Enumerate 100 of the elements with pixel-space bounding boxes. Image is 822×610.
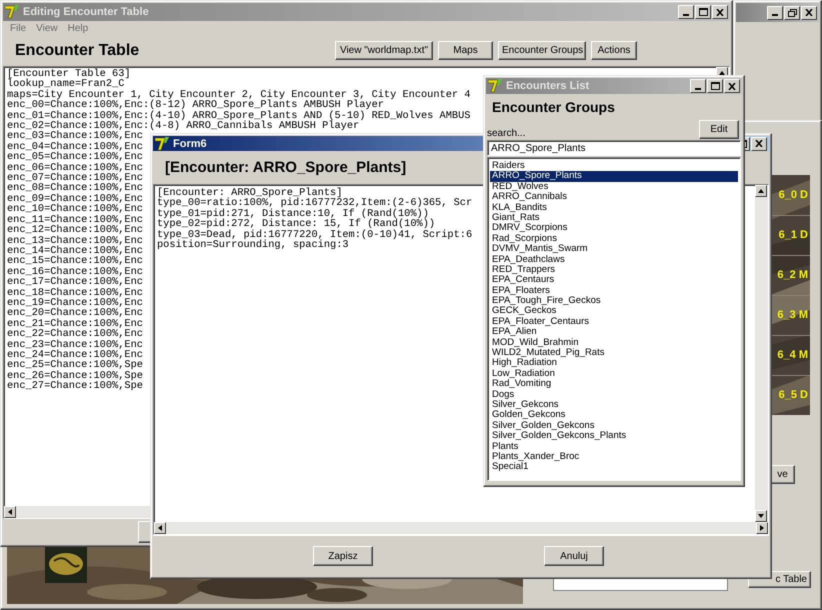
- list-heading: Encounter Groups: [492, 99, 615, 115]
- list-item[interactable]: Rad_Vomiting: [490, 379, 738, 390]
- list-item[interactable]: EPA_Floater_Centaurs: [490, 316, 738, 328]
- maximize-button[interactable]: [707, 79, 723, 93]
- text-line: enc_27=Chance:100%,Spe: [7, 381, 143, 392]
- text-line: enc_06=Chance:100%,Enc: [7, 162, 143, 174]
- list-item[interactable]: EPA_Floaters: [490, 286, 738, 296]
- list-item[interactable]: MOD_Wild_Brahmin: [490, 338, 738, 348]
- maximize-icon: [698, 8, 708, 16]
- dialog-button[interactable]: Anuluj: [544, 546, 604, 566]
- toolbar-button[interactable]: Maps: [438, 41, 493, 60]
- maximize-button[interactable]: [695, 5, 711, 19]
- list-item[interactable]: Silver_Golden_Gekcons: [490, 420, 738, 432]
- search-label: search...: [487, 128, 526, 139]
- list-item[interactable]: ARRO_Cannibals: [490, 192, 738, 203]
- vertical-scrollbar[interactable]: [755, 185, 768, 522]
- arrow-left-icon: [6, 508, 14, 516]
- text-line: enc_02=Chance:100%,Enc:(4-8) ARRO_Cannibals AMBUSH Player: [7, 121, 360, 132]
- list-item[interactable]: Raiders: [490, 161, 738, 172]
- text-line: enc_05=Chance:100%,Enc: [7, 152, 143, 163]
- toolbar-button[interactable]: Encounter Groups: [498, 41, 586, 60]
- list-item[interactable]: EPA_Tough_Fire_Geckos: [490, 296, 738, 306]
- minimize-button[interactable]: [767, 6, 783, 20]
- app-logo-icon: [5, 5, 20, 19]
- text-line: position=Surrounding, spacing:3: [157, 240, 349, 250]
- list-item[interactable]: EPA_Deathclaws: [490, 254, 738, 265]
- text-line: enc_25=Chance:100%,Spe: [7, 360, 143, 371]
- list-item[interactable]: WILD2_Mutated_Pig_Rats: [490, 348, 738, 358]
- text-line: enc_12=Chance:100%,Enc: [7, 225, 143, 236]
- dialog-button[interactable]: Zapisz: [313, 546, 373, 566]
- text-line: enc_19=Chance:100%,Enc: [7, 298, 143, 308]
- text-line: enc_10=Chance:100%,Enc: [7, 204, 143, 215]
- restore-button[interactable]: [784, 6, 800, 20]
- text-line: enc_18=Chance:100%,Enc: [7, 288, 143, 298]
- list-item[interactable]: Plants_Xander_Broc: [490, 452, 738, 462]
- list-item[interactable]: EPA_Alien: [490, 327, 738, 338]
- scroll-right-button[interactable]: [756, 522, 768, 534]
- close-button[interactable]: [751, 136, 767, 150]
- scroll-left-button[interactable]: [4, 506, 16, 518]
- list-item[interactable]: Low_Radiation: [490, 368, 738, 380]
- list-item[interactable]: KLA_Bandits: [490, 202, 738, 213]
- text-line: enc_13=Chance:100%,Enc: [7, 236, 143, 246]
- list-item[interactable]: ARRO_Spore_Plants: [490, 171, 738, 182]
- minimize-button[interactable]: [678, 5, 694, 19]
- tile-label: 6_5 D: [778, 389, 808, 401]
- text-line: [Encounter Table 63]: [7, 69, 131, 80]
- text-line: [Encounter: ARRO_Spore_Plants]: [157, 188, 342, 198]
- list-item[interactable]: EPA_Centaurs: [490, 275, 738, 286]
- list-item[interactable]: Golden_Gekcons: [490, 410, 738, 421]
- scroll-left-button[interactable]: [154, 522, 166, 534]
- text-line: type_01=pid:271, Distance:10, If (Rand(10%)): [157, 208, 429, 220]
- close-icon: [716, 8, 724, 16]
- list-item[interactable]: GECK_Geckos: [490, 306, 738, 317]
- list-item[interactable]: RED_Trappers: [490, 264, 738, 276]
- list-item[interactable]: High_Radiation: [490, 358, 738, 369]
- list-item[interactable]: DMRV_Scorpions: [490, 223, 738, 234]
- map-button[interactable]: ve: [770, 465, 795, 484]
- list-item[interactable]: Special1: [490, 462, 738, 473]
- horizontal-scrollbar[interactable]: [154, 522, 768, 534]
- window-title: Encounters List: [506, 80, 590, 92]
- minimize-button[interactable]: [690, 79, 706, 93]
- maximize-icon: [710, 82, 720, 90]
- list-item[interactable]: DVMV_Mantis_Swarm: [490, 244, 738, 255]
- toolbar-button[interactable]: Actions: [591, 41, 637, 60]
- scroll-down-button[interactable]: [755, 510, 767, 522]
- tile-label: 6_0 D: [778, 189, 808, 201]
- text-line: enc_07=Chance:100%,Enc: [7, 173, 143, 184]
- list-item[interactable]: RED_Wolves: [490, 182, 738, 192]
- app-logo-icon: [155, 136, 170, 150]
- list-item[interactable]: Dogs: [490, 390, 738, 400]
- toolbar-button[interactable]: View "worldmap.txt": [335, 41, 433, 60]
- text-line: enc_16=Chance:100%,Enc: [7, 266, 143, 278]
- encounter-heading: [Encounter: ARRO_Spore_Plants]: [165, 159, 406, 176]
- text-line: maps=City Encounter 1, City Encounter 2, City Encounter 3, City Encounter 4: [7, 90, 470, 100]
- text-line: type_03=Dead, pid:16777220, Item:(0-10)41, Script:6: [157, 230, 472, 240]
- scroll-up-button[interactable]: [755, 185, 767, 197]
- window-title: Form6: [173, 138, 207, 150]
- arrow-down-icon: [757, 512, 765, 520]
- text-line: enc_14=Chance:100%,Enc: [7, 246, 143, 256]
- close-icon: [728, 82, 736, 90]
- tile-label: 6_2 M: [777, 269, 808, 281]
- list-item[interactable]: Silver_Gekcons: [490, 400, 738, 410]
- tile-label: 6_3 M: [777, 309, 808, 321]
- text-line: enc_15=Chance:100%,Enc: [7, 256, 143, 267]
- close-button[interactable]: [724, 79, 740, 93]
- edit-button[interactable]: Edit: [699, 120, 739, 139]
- tile-label: 6_1 D: [778, 229, 808, 241]
- arrow-right-icon: [758, 524, 766, 532]
- list-item[interactable]: Plants: [490, 442, 738, 452]
- list-item[interactable]: Silver_Golden_Gekcons_Plants: [490, 431, 738, 442]
- window-title: Editing Encounter Table: [23, 6, 149, 18]
- list-item[interactable]: Giant_Rats: [490, 212, 738, 224]
- close-button[interactable]: [712, 5, 728, 19]
- text-line: enc_21=Chance:100%,Enc: [7, 318, 143, 330]
- list-item[interactable]: Rad_Scorpions: [490, 234, 738, 244]
- arrow-left-icon: [156, 524, 164, 532]
- close-button[interactable]: [801, 6, 817, 20]
- arrow-up-icon: [718, 69, 726, 77]
- search-field[interactable]: ARRO_Spore_Plants: [487, 140, 741, 156]
- text-line: enc_26=Chance:100%,Spe: [7, 370, 143, 382]
